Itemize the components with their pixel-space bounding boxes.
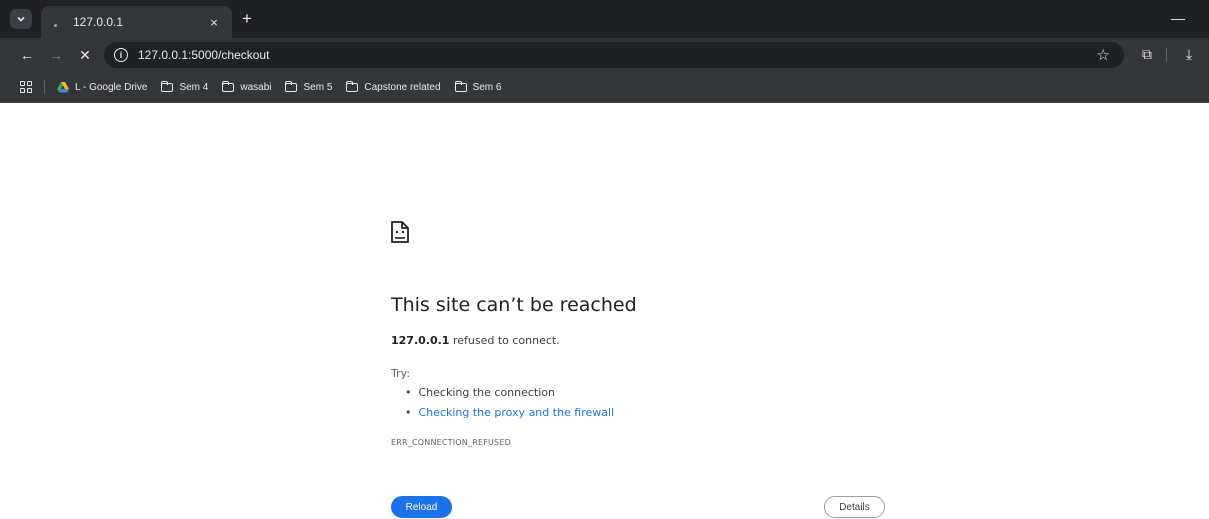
browser-chrome: 127.0.0.1 × + — ← → ✕ i 127.0.0.1:5000/c… xyxy=(0,0,1209,103)
bookmark-wasabi[interactable]: wasabi xyxy=(222,80,272,93)
tab-title: 127.0.0.1 xyxy=(73,15,124,29)
tab-strip: 127.0.0.1 × + — xyxy=(0,0,1209,38)
error-message-text: refused to connect. xyxy=(449,334,560,347)
download-icon[interactable]: ⤓ xyxy=(1180,45,1198,63)
bookmark-sem-6[interactable]: Sem 6 xyxy=(454,80,502,93)
loading-icon xyxy=(51,16,63,28)
site-info-icon[interactable]: i xyxy=(114,48,128,62)
apps-grid-icon[interactable] xyxy=(20,81,32,93)
proxy-firewall-link[interactable]: Checking the proxy and the firewall xyxy=(419,406,615,419)
bookmark-label: Sem 6 xyxy=(472,81,502,93)
suggestion-list: Checking the connection Checking the pro… xyxy=(405,384,615,424)
folder-icon xyxy=(161,80,174,92)
back-button[interactable]: ← xyxy=(18,46,36,64)
suggestion-item: Checking the connection xyxy=(405,384,614,404)
address-bar[interactable]: i 127.0.0.1:5000/checkout ☆ xyxy=(104,42,1124,68)
bookmark-google-drive[interactable]: L - Google Drive xyxy=(57,81,148,93)
suggestion-item: Checking the proxy and the firewall xyxy=(405,404,615,424)
chevron-down-icon xyxy=(17,16,25,22)
bookmarks-bar: L - Google Drive Sem 4 wasabi Sem 5 Caps… xyxy=(0,72,1209,103)
folder-icon xyxy=(285,80,298,92)
error-message: 127.0.0.1 refused to connect. xyxy=(391,334,560,347)
bookmark-label: L - Google Drive xyxy=(75,81,148,93)
reload-button[interactable]: Reload xyxy=(391,496,452,518)
minimize-button[interactable]: — xyxy=(1169,9,1187,27)
tab-close-button[interactable]: × xyxy=(206,14,222,30)
page-content: This site can’t be reached 127.0.0.1 ref… xyxy=(0,104,1209,519)
sad-page-icon xyxy=(391,221,409,243)
new-tab-button[interactable]: + xyxy=(238,9,256,28)
error-code: ERR_CONNECTION_REFUSED xyxy=(391,438,511,447)
suggestion-text: Checking the connection xyxy=(418,386,556,399)
toolbar-divider xyxy=(1166,48,1167,62)
url-text: 127.0.0.1:5000/checkout xyxy=(138,48,270,62)
error-title: This site can’t be reached xyxy=(391,294,637,316)
bookmark-label: Sem 4 xyxy=(179,81,209,93)
bookmark-label: Capstone related xyxy=(364,81,441,93)
tab-search-button[interactable] xyxy=(10,9,32,29)
extensions-icon[interactable]: ⧉ xyxy=(1138,45,1156,63)
toolbar: ← → ✕ i 127.0.0.1:5000/checkout ☆ ⧉ ⤓ xyxy=(0,38,1209,72)
stop-button[interactable]: ✕ xyxy=(76,46,94,64)
forward-button[interactable]: → xyxy=(47,46,65,64)
bookmark-sem-5[interactable]: Sem 5 xyxy=(285,80,333,93)
details-button[interactable]: Details xyxy=(824,496,885,518)
bookmarks-divider xyxy=(44,80,45,94)
google-drive-icon xyxy=(57,81,69,92)
error-host: 127.0.0.1 xyxy=(391,334,450,347)
folder-icon xyxy=(346,80,359,92)
bookmark-sem-4[interactable]: Sem 4 xyxy=(161,80,209,93)
bookmark-label: wasabi xyxy=(240,81,272,93)
try-label: Try: xyxy=(391,367,411,380)
bookmark-star-icon[interactable]: ☆ xyxy=(1097,46,1110,64)
tab-active[interactable]: 127.0.0.1 × xyxy=(41,6,232,38)
bookmark-capstone-related[interactable]: Capstone related xyxy=(346,80,441,93)
folder-icon xyxy=(222,80,235,92)
folder-icon xyxy=(454,80,467,92)
bookmark-label: Sem 5 xyxy=(303,81,333,93)
